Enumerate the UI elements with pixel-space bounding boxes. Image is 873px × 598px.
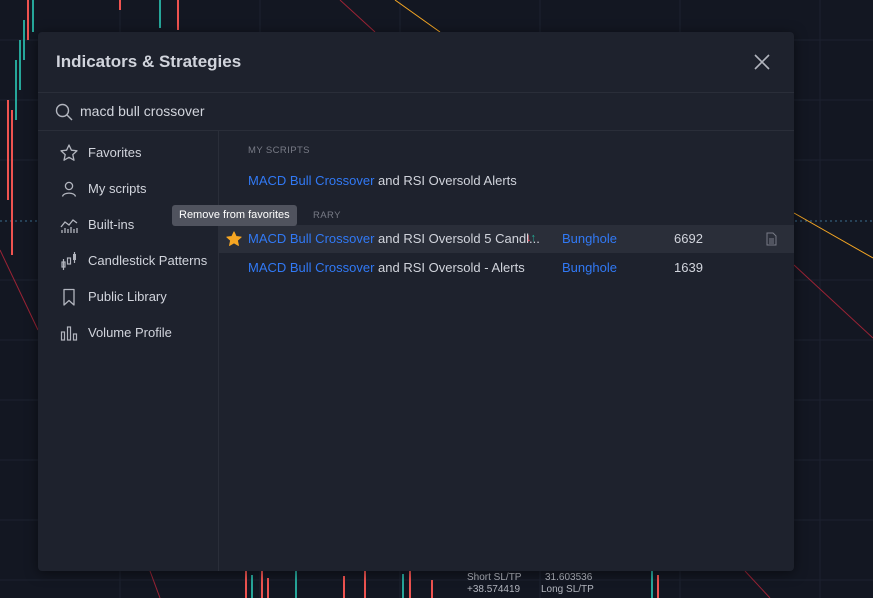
long-sltp-value: 31.603536 — [545, 572, 593, 583]
result-row[interactable]: MACD Bull Crossover and RSI Oversold Ale… — [219, 167, 794, 195]
bookmark-icon — [63, 288, 75, 306]
close-button[interactable] — [749, 49, 775, 75]
search-input[interactable] — [80, 100, 680, 122]
result-title-match: MACD Bull Crossover — [248, 260, 375, 275]
sidebar-item-label: Favorites — [88, 145, 142, 160]
result-title-rest: and RSI Oversold - Alerts — [374, 260, 525, 275]
short-sltp-label: Short SL/TP — [467, 572, 522, 583]
sidebar-item-my-scripts[interactable]: My scripts — [38, 173, 218, 205]
star-outline-icon — [60, 144, 78, 161]
strategy-updown-icon: ↓↑ — [526, 232, 536, 244]
result-title-rest: and RSI Oversold Alerts — [374, 173, 517, 188]
remove-favorite-tooltip: Remove from favorites — [172, 205, 297, 226]
result-title-match: MACD Bull Crossover — [248, 173, 375, 188]
result-row[interactable]: MACD Bull Crossover and RSI Oversold - A… — [219, 254, 794, 282]
result-title: MACD Bull Crossover and RSI Oversold - A… — [248, 260, 525, 275]
sidebar-item-favorites[interactable]: Favorites — [38, 137, 218, 169]
result-author-link[interactable]: Bunghole — [562, 231, 617, 246]
results-panel: MY SCRIPTS MACD Bull Crossover and RSI O… — [219, 131, 794, 571]
document-icon[interactable] — [764, 232, 778, 246]
result-title-rest: and RSI Oversold 5 Candl... — [374, 231, 540, 246]
section-header-my-scripts: MY SCRIPTS — [248, 145, 310, 156]
search-bar — [38, 92, 794, 131]
close-icon — [754, 54, 770, 70]
sidebar-item-label: Public Library — [88, 289, 167, 304]
sidebar-item-volume-profile[interactable]: Volume Profile — [38, 317, 218, 349]
sidebar-item-candlestick-patterns[interactable]: Candlestick Patterns — [38, 245, 218, 277]
result-row[interactable]: MACD Bull Crossover and RSI Oversold 5 C… — [219, 225, 794, 253]
sidebar-item-label: Volume Profile — [88, 325, 172, 340]
candlestick-icon — [61, 252, 76, 270]
short-sltp-value: +38.574419 — [467, 584, 521, 595]
sidebar-item-label: Candlestick Patterns — [88, 253, 208, 268]
sidebar-item-label: Built-ins — [88, 217, 135, 232]
user-icon — [61, 181, 77, 197]
search-icon — [55, 103, 73, 121]
sidebar-item-public-library[interactable]: Public Library — [38, 281, 218, 313]
result-title: MACD Bull Crossover and RSI Oversold 5 C… — [248, 231, 540, 246]
built-ins-chart-icon — [60, 219, 78, 233]
result-likes: 6692 — [674, 231, 703, 246]
volume-profile-icon — [60, 326, 78, 341]
result-likes: 1639 — [674, 260, 703, 275]
category-sidebar: Favorites My scripts Built-ins Candlesti… — [38, 131, 219, 571]
result-title-match: MACD Bull Crossover — [248, 231, 375, 246]
sidebar-item-label: My scripts — [88, 181, 147, 196]
long-sltp-label: Long SL/TP — [541, 584, 594, 595]
favorite-star-icon[interactable] — [225, 230, 243, 248]
dialog-title: Indicators & Strategies — [56, 52, 242, 71]
section-header-public-library: RARY — [313, 210, 341, 221]
result-author-link[interactable]: Bunghole — [562, 260, 617, 275]
indicators-dialog: Indicators & Strategies Favorites My scr… — [38, 32, 794, 571]
result-title: MACD Bull Crossover and RSI Oversold Ale… — [248, 173, 517, 188]
